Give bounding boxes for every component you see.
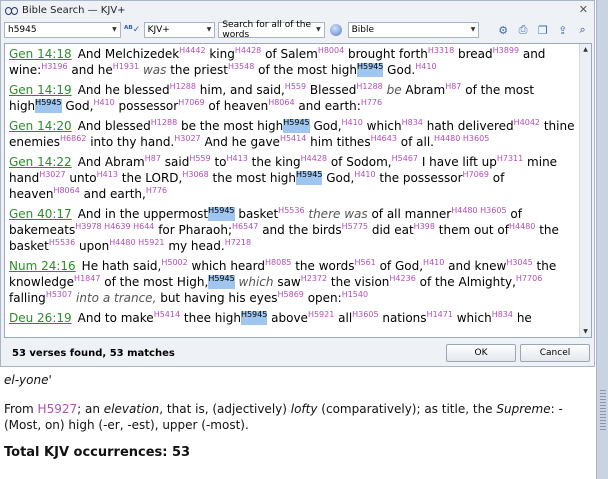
verse-text: And blessedH1288 be the most highH5945 G… <box>9 118 575 150</box>
lexicon-pane: el-yone' From H5927; an elevation, that … <box>0 369 596 479</box>
verse-reference-link[interactable]: Gen 14:18 <box>9 47 72 61</box>
scroll-up-icon[interactable]: ▲ <box>580 44 591 55</box>
copy-icon[interactable]: ❐ <box>534 22 551 38</box>
results-scrollbar[interactable]: ▲ ▼ <box>579 44 591 337</box>
verse-reference-link[interactable]: Gen 14:22 <box>9 155 72 169</box>
chevron-down-icon: ▼ <box>470 26 476 33</box>
verse-item: Gen 40:17 And in the uppermostH5945 baske… <box>9 206 577 254</box>
version-select[interactable]: KJV+ ▼ <box>143 22 216 38</box>
verse-item: Num 24:16 He hath said,H5002 which heardH… <box>9 258 577 306</box>
side-panel-edge <box>596 0 608 479</box>
version-value: KJV+ <box>147 25 170 35</box>
verse-item: Gen 14:22 And AbramH87 saidH559 toH413 th… <box>9 154 577 202</box>
close-icon[interactable]: ✕ <box>579 3 588 16</box>
status-bar: 53 verses found, 53 matches OK Cancel <box>4 342 592 364</box>
bible-search-dialog: Bible Search — KJV+ ✕ h5945 ▼ ᴬᴮ✓ KJV+ ▼… <box>0 0 595 367</box>
search-settings-icon[interactable]: ⚙ <box>495 22 512 38</box>
chevron-down-icon[interactable]: ▼ <box>112 26 117 33</box>
verse-reference-link[interactable]: Gen 14:20 <box>9 119 72 133</box>
strongs-link[interactable]: H5927 <box>38 402 78 416</box>
verse-item: Gen 14:20 And blessedH1288 be the most hi… <box>9 118 577 150</box>
definition-prefix: From <box>4 402 38 416</box>
chevron-down-icon: ▼ <box>206 26 212 33</box>
verse-reference-link[interactable]: Gen 40:17 <box>9 207 72 221</box>
export-icon[interactable]: ⇪ <box>554 22 571 38</box>
verse-reference-link[interactable]: Gen 14:19 <box>9 83 72 97</box>
definition-text: ; an elevation, that is, (adjectively) l… <box>4 402 563 432</box>
verse-list: Gen 14:18 And MelchizedekH4442 kingH4428 … <box>5 44 591 326</box>
verse-reference-link[interactable]: Num 24:16 <box>9 259 76 273</box>
title-bar: Bible Search — KJV+ ✕ <box>1 1 594 19</box>
results-summary: 53 verses found, 53 matches <box>12 347 175 359</box>
binoculars-icon <box>5 4 18 16</box>
scope-value: Bible <box>351 25 375 35</box>
search-mode-select[interactable]: Search for all of the words ▼ <box>218 20 325 40</box>
verse-text: And he blessedH1288 him, and said,H559 B… <box>9 82 535 113</box>
splitter-grip[interactable] <box>600 390 606 430</box>
verse-text: And AbramH87 saidH559 toH413 the kingH44… <box>9 154 558 202</box>
verse-text: And MelchizedekH4442 kingH4428 of SalemH… <box>9 46 546 77</box>
search-input-value: h5945 <box>8 25 37 35</box>
verse-item: Gen 14:18 And MelchizedekH4442 kingH4428 … <box>9 46 577 78</box>
search-input[interactable]: h5945 ▼ <box>4 22 121 38</box>
verse-text: He hath said,H5002 which heardH8085 the … <box>9 258 557 306</box>
search-toolbar: h5945 ▼ ᴬᴮ✓ KJV+ ▼ Search for all of the… <box>1 19 594 41</box>
verse-item: Gen 14:19 And he blessedH1288 him, and sa… <box>9 82 577 114</box>
scope-settings-icon[interactable] <box>328 22 345 38</box>
cancel-button[interactable]: Cancel <box>520 344 590 362</box>
search-results-pane: Gen 14:18 And MelchizedekH4442 kingH4428 … <box>4 43 592 338</box>
chevron-down-icon: ▼ <box>316 26 321 33</box>
verse-text: And in the uppermostH5945 basketH5536 th… <box>9 206 559 254</box>
spell-check-icon[interactable]: ᴬᴮ✓ <box>124 22 141 38</box>
window-title: Bible Search — KJV+ <box>22 4 126 16</box>
transliteration: el-yone' <box>4 373 52 387</box>
search-mode-value: Search for all of the words <box>222 20 312 40</box>
scroll-down-icon[interactable]: ▼ <box>580 326 591 337</box>
occurrence-count: Total KJV occurrences: 53 <box>4 445 191 460</box>
verse-reference-link[interactable]: Deu 26:19 <box>9 311 72 325</box>
print-icon[interactable]: ⎙ <box>515 22 532 38</box>
lexicon-definition: From H5927; an elevation, that is, (adje… <box>4 401 592 433</box>
verse-text: And to makeH5414 thee highH5945 aboveH59… <box>77 310 532 325</box>
ok-button[interactable]: OK <box>446 344 516 362</box>
verse-item: Deu 26:19 And to makeH5414 thee highH5945… <box>9 310 577 326</box>
scope-select[interactable]: Bible ▼ <box>347 22 480 38</box>
find-icon[interactable]: ⌕ <box>574 22 591 38</box>
